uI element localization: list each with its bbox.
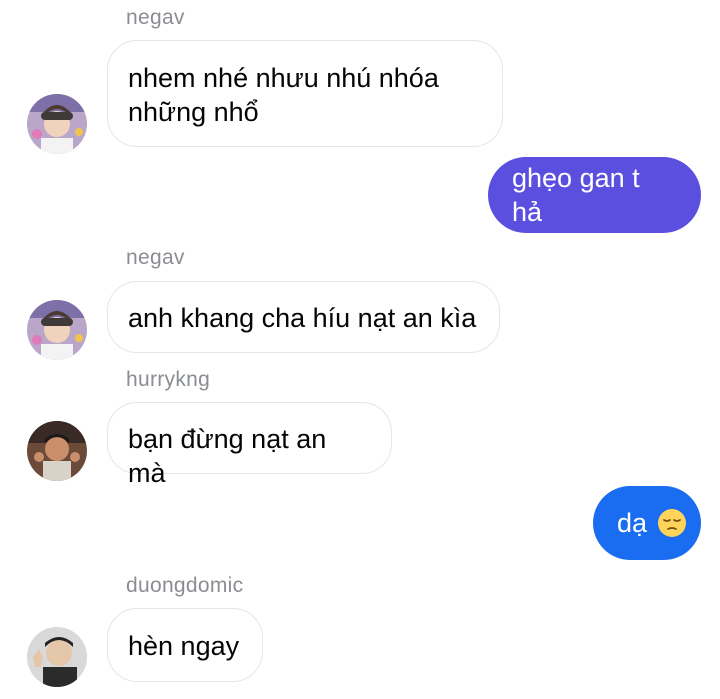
- message-bubble[interactable]: bạn đừng nạt an mà: [107, 402, 392, 488]
- message-text: ghẹo gan t hả: [512, 163, 640, 227]
- avatar[interactable]: [27, 94, 87, 154]
- message-text: hèn ngay: [128, 631, 240, 661]
- message-text: anh khang cha híu nạt an kìa: [128, 303, 477, 333]
- sender-name: hurrykng: [126, 368, 211, 391]
- sender-name: negav: [126, 6, 185, 29]
- message-bubble[interactable]: nhem nhé nhưu nhú nhóa những nhổ: [107, 40, 503, 147]
- avatar[interactable]: [27, 627, 87, 687]
- message-text: dạ: [617, 508, 648, 538]
- chat-thread[interactable]: negav nhem nhé nhưu nhú nhóa những nhổ g…: [0, 0, 720, 699]
- message-text: bạn đừng nạt an mà: [128, 424, 327, 488]
- avatar[interactable]: [27, 421, 87, 481]
- message-bubble[interactable]: anh khang cha híu nạt an kìa: [107, 281, 500, 353]
- message-text: nhem nhé nhưu nhú nhóa những nhổ: [128, 63, 439, 127]
- sender-name: negav: [126, 246, 185, 269]
- message-bubble[interactable]: hèn ngay: [107, 608, 263, 682]
- avatar[interactable]: [27, 300, 87, 360]
- outgoing-message-bubble[interactable]: dạ: [593, 486, 701, 560]
- pensive-face-emoji: [657, 508, 687, 538]
- outgoing-message-bubble[interactable]: ghẹo gan t hả: [488, 157, 701, 233]
- sender-name: duongdomic: [126, 574, 244, 597]
